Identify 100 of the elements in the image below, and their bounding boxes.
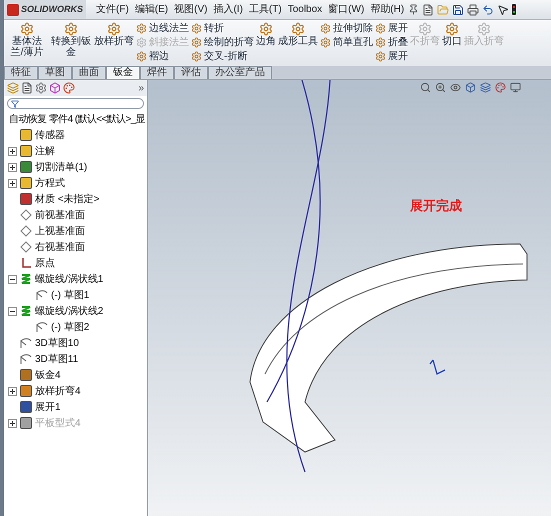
- tree-item[interactable]: 切割清单(1): [35, 160, 88, 174]
- tree-item[interactable]: 螺旋线/涡状线2: [35, 304, 104, 318]
- tool-icon: [64, 22, 78, 36]
- tab[interactable]: 焊件: [140, 66, 174, 79]
- feature-icon: [20, 369, 32, 381]
- tool-icon: [320, 23, 331, 34]
- tree-item[interactable]: 前视基准面: [35, 208, 85, 222]
- expand-toggle[interactable]: [8, 306, 17, 316]
- tree-item[interactable]: 右视基准面: [35, 240, 85, 254]
- expand-toggle[interactable]: [8, 178, 17, 188]
- appearance-icon[interactable]: [495, 82, 506, 93]
- ribbon-button[interactable]: 转换到钣金: [50, 22, 92, 58]
- tool-icon: [375, 51, 386, 62]
- new-document-icon[interactable]: [422, 4, 434, 16]
- ribbon-button[interactable]: 转折: [191, 22, 254, 35]
- print-icon[interactable]: [467, 4, 480, 16]
- display-style-icon[interactable]: [480, 82, 491, 93]
- tab[interactable]: 办公室产品: [208, 66, 272, 79]
- menu-item[interactable]: 帮助(H): [370, 2, 404, 17]
- tab[interactable]: 评估: [174, 66, 208, 79]
- tool-icon: [375, 23, 386, 34]
- tool-icon: [136, 37, 147, 48]
- tree-item[interactable]: 展开1: [35, 400, 61, 414]
- menu-item[interactable]: 编辑(E): [134, 2, 168, 17]
- properties-icon[interactable]: [21, 82, 33, 94]
- ribbon-button[interactable]: 展开: [375, 50, 408, 63]
- tree-item[interactable]: 3D草图10: [35, 336, 79, 350]
- tree-item[interactable]: 放样折弯4: [35, 384, 81, 398]
- feature-icon: [20, 193, 32, 205]
- helix-icon: [20, 305, 32, 317]
- tree-item[interactable]: 钣金4: [35, 368, 61, 382]
- tree-item[interactable]: 材质 <未指定>: [35, 192, 100, 206]
- tool-icon: [191, 37, 202, 48]
- tool-icon: [136, 23, 147, 34]
- zoom-in-icon[interactable]: [435, 82, 446, 93]
- more-button[interactable]: »: [138, 80, 144, 96]
- sketch-icon: [20, 337, 32, 349]
- menu-item[interactable]: Toolbox: [288, 2, 322, 17]
- tool-icon: [320, 37, 331, 48]
- plane-icon: [20, 225, 32, 237]
- filter-icon: [11, 100, 19, 108]
- menu-item[interactable]: 文件(F): [96, 2, 129, 17]
- ribbon-button[interactable]: 拉伸切除: [320, 22, 373, 35]
- appearance-icon[interactable]: [63, 82, 75, 94]
- ribbon-button[interactable]: 放样折弯: [94, 22, 134, 47]
- tree-item[interactable]: 传感器: [35, 128, 65, 142]
- menu-item[interactable]: 插入(I): [213, 2, 243, 17]
- tree-root[interactable]: 自动恢复 零件4 (默认<<默认>_显: [9, 112, 146, 126]
- feature-icon: [20, 177, 32, 189]
- app-logo[interactable]: SOLIDWORKS: [4, 0, 86, 19]
- tab[interactable]: 钣金: [106, 66, 140, 79]
- view-icon[interactable]: [450, 82, 461, 93]
- tool-icon: [418, 22, 432, 36]
- view-orientation-icon[interactable]: [465, 82, 476, 93]
- ribbon-button[interactable]: 切口: [442, 22, 462, 47]
- tool-icon: [259, 22, 273, 36]
- menu-item[interactable]: 视图(V): [174, 2, 208, 17]
- ribbon-button[interactable]: 基体法兰/薄片: [6, 22, 48, 58]
- ribbon-button[interactable]: 展开: [375, 22, 408, 35]
- scene-icon[interactable]: [510, 82, 521, 93]
- tree-item[interactable]: 螺旋线/涡状线1: [35, 272, 104, 286]
- configuration-icon[interactable]: [35, 82, 47, 94]
- ribbon-button[interactable]: 边线法兰: [136, 22, 189, 35]
- feature-icon: [20, 145, 32, 157]
- menu-item[interactable]: 窗口(W): [328, 2, 364, 17]
- save-icon[interactable]: [452, 4, 464, 16]
- feature-icon: [20, 161, 32, 173]
- menu-item[interactable]: 工具(T): [248, 2, 282, 17]
- expand-toggle[interactable]: [8, 274, 17, 284]
- ribbon-button[interactable]: 绘制的折弯: [191, 36, 254, 49]
- tool-icon: [445, 22, 459, 36]
- ribbon-button[interactable]: 褶边: [136, 50, 189, 63]
- tool-icon: [136, 51, 147, 62]
- expand-toggle[interactable]: [8, 146, 17, 156]
- pin-icon[interactable]: [408, 4, 420, 15]
- ribbon-button[interactable]: 边角: [256, 22, 276, 47]
- select-icon[interactable]: [497, 4, 510, 16]
- tool-icon: [375, 37, 386, 48]
- tool-icon: [20, 22, 34, 36]
- filter-field[interactable]: [7, 98, 144, 109]
- traffic-light-icon[interactable]: [512, 4, 516, 15]
- tab[interactable]: 特征: [4, 66, 38, 79]
- ribbon-button[interactable]: 交叉-折断: [191, 50, 254, 63]
- tree-item[interactable]: 3D草图11: [35, 352, 78, 366]
- tree-item[interactable]: (-) 草图2: [51, 320, 90, 334]
- ribbon-button[interactable]: 简单直孔: [320, 36, 373, 49]
- ribbon-button[interactable]: 折叠: [375, 36, 408, 49]
- tree-item[interactable]: 方程式: [35, 176, 65, 190]
- plane-icon: [20, 241, 32, 253]
- expand-toggle[interactable]: [8, 386, 17, 396]
- tree-item[interactable]: (-) 草图1: [51, 288, 90, 302]
- tree-item[interactable]: 注解: [35, 144, 55, 158]
- tab[interactable]: 曲面: [72, 66, 106, 79]
- expand-toggle[interactable]: [8, 162, 17, 172]
- tab[interactable]: 草图: [38, 66, 72, 79]
- tree-item[interactable]: 原点: [35, 256, 55, 270]
- ribbon-button[interactable]: 成形工具: [278, 22, 318, 47]
- tree-item[interactable]: 上视基准面: [35, 224, 85, 238]
- zoom-fit-icon[interactable]: [420, 82, 431, 93]
- undo-icon[interactable]: [482, 4, 494, 16]
